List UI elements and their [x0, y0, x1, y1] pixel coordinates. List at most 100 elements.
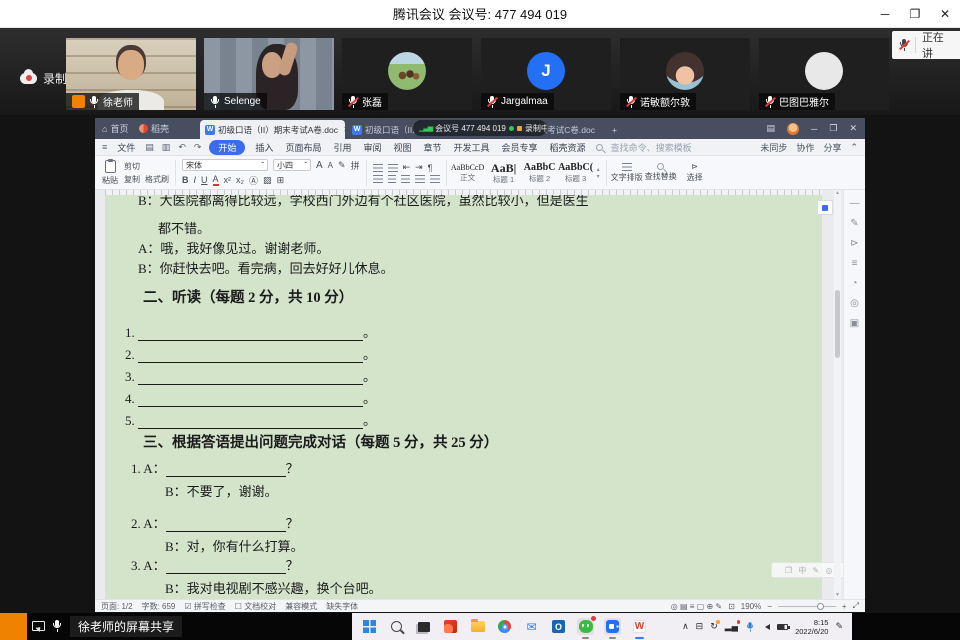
display-tray-icon[interactable]: ⊟	[696, 621, 704, 632]
message-center-icon[interactable]: ▤	[766, 123, 775, 134]
missing-font-button[interactable]: 缺失字体	[326, 601, 358, 612]
history-icon[interactable]: ◔	[851, 278, 857, 289]
ribbon-collapse-icon[interactable]: ⌃	[850, 142, 858, 153]
scroll-down-icon[interactable]: ▼	[835, 592, 840, 598]
menu-dev-tools[interactable]: 开发工具	[452, 141, 492, 154]
menu-review[interactable]: 审阅	[361, 141, 383, 154]
pinyin-button[interactable]: 拼	[351, 159, 360, 172]
start-button[interactable]	[361, 618, 378, 635]
menu-page-layout[interactable]: 页面布局	[283, 141, 323, 154]
video-tile-zhanglei[interactable]: 张磊	[342, 38, 472, 110]
wps-button[interactable]: W	[631, 618, 648, 635]
text-layout-button[interactable]: 文字排版	[610, 163, 644, 183]
vertical-scrollbar[interactable]: ▲ ▼	[834, 190, 841, 599]
copy-button[interactable]: 复制	[124, 174, 140, 185]
spell-check-toggle[interactable]: ☑ 拼写检查	[184, 601, 225, 612]
paragraph-mark-button[interactable]: ¶	[428, 163, 433, 173]
tencent-meeting-button[interactable]	[604, 618, 621, 635]
find-replace-button[interactable]: 查找替换	[644, 163, 678, 182]
office-app-button[interactable]	[442, 618, 459, 635]
style-heading2[interactable]: AaBbC 标题 2	[522, 163, 558, 183]
justify-button[interactable]	[415, 175, 425, 183]
increase-indent-button[interactable]: ⇥	[415, 162, 423, 173]
wps-docer-tab[interactable]: 稻壳	[139, 118, 169, 139]
maximize-button[interactable]: ❐	[900, 0, 930, 28]
view-mode-icons[interactable]: ◎ ▤ ≡ ▢ ⊕ ✎	[671, 602, 722, 611]
command-search-input[interactable]: 查找命令、搜索模板	[611, 141, 692, 154]
collaborate-button[interactable]: 协作	[796, 141, 814, 154]
pen-annotate-icon[interactable]: ✎	[850, 218, 858, 229]
menu-docer-res[interactable]: 稻壳资源	[548, 141, 588, 154]
video-tile-batu[interactable]: 巴图巴雅尔	[759, 38, 889, 110]
underline-button[interactable]: U	[201, 175, 208, 185]
font-color-button[interactable]: A	[213, 174, 219, 186]
cut-button[interactable]: 剪切	[124, 161, 140, 172]
format-painter-button[interactable]: 格式刷	[145, 174, 169, 185]
select-button[interactable]: ⊳ 选择	[678, 162, 712, 183]
enclose-char-button[interactable]: Ⓐ	[249, 174, 258, 187]
italic-button[interactable]: I	[194, 175, 197, 185]
meeting-app-badge[interactable]	[0, 613, 27, 640]
mic-tray-icon[interactable]	[746, 622, 754, 632]
decrease-indent-button[interactable]: ⇤	[403, 162, 411, 173]
menu-section[interactable]: 章节	[422, 141, 444, 154]
new-tab-button[interactable]: +	[607, 120, 623, 139]
clear-format-button[interactable]: ✎	[338, 160, 346, 171]
video-tile-xulaoshi[interactable]: 徐老师	[66, 38, 196, 110]
line-spacing-button[interactable]	[430, 175, 440, 183]
style-heading3[interactable]: AaBbC( 标题 3	[558, 163, 594, 183]
bullet-list-button[interactable]	[373, 164, 383, 172]
battery-tray-icon[interactable]	[777, 624, 788, 630]
wps-maximize-button[interactable]: ❐	[829, 123, 837, 134]
meeting-floating-pill[interactable]: ▁▃▅ 会议号 477 494 019 录制中	[413, 120, 547, 136]
menu-insert[interactable]: 插入	[253, 141, 275, 154]
zoom-level[interactable]: 190%	[741, 602, 761, 611]
font-size-select[interactable]: 小四ˇ	[273, 159, 311, 171]
shading-button[interactable]: ▨	[263, 175, 272, 186]
doc-tab-a[interactable]: W 初级口语（II）期末考试A卷.doc ✕	[200, 120, 345, 139]
wps-minimize-button[interactable]: ─	[811, 124, 817, 134]
drag-handle-icon[interactable]: —	[850, 198, 860, 209]
style-heading1[interactable]: AaB| 标题 1	[486, 162, 522, 184]
file-explorer-button[interactable]	[469, 618, 486, 635]
speaking-status-panel[interactable]: 正在讲	[892, 31, 960, 59]
video-tile-selenge[interactable]: Selenge	[204, 38, 334, 110]
proofread-toggle[interactable]: ☐ 文档校对	[235, 601, 276, 612]
minimize-button[interactable]: ─	[870, 0, 900, 28]
zoom-in-icon[interactable]: +	[842, 602, 847, 611]
char-border-button[interactable]: ⊞	[277, 175, 285, 186]
font-name-select[interactable]: 宋体ˇ	[182, 159, 268, 171]
volume-tray-icon[interactable]	[762, 624, 770, 630]
menu-references[interactable]: 引用	[331, 141, 353, 154]
tools-icon[interactable]: ≡	[852, 258, 858, 269]
style-scroll-down-icon[interactable]: ▾	[597, 173, 600, 180]
screen-share-banner[interactable]: 徐老师的屏幕共享	[70, 616, 182, 637]
fullscreen-icon[interactable]: ⤢	[853, 601, 859, 611]
tray-expand-icon[interactable]: ∧	[682, 621, 689, 632]
taskbar-clock[interactable]: 8:15 2022/6/20	[795, 618, 828, 636]
wps-home-tab[interactable]: ⌂ 首页	[102, 118, 128, 139]
menu-file[interactable]: 文件	[115, 141, 137, 154]
taskbar-search-button[interactable]	[388, 618, 405, 635]
zoom-out-icon[interactable]: −	[767, 602, 772, 611]
capture-icon[interactable]: ▣	[850, 318, 859, 329]
menu-member[interactable]: 会员专享	[500, 141, 540, 154]
zoom-slider-knob[interactable]	[817, 603, 824, 610]
wechat-button[interactable]	[577, 618, 594, 635]
numbered-list-button[interactable]	[388, 164, 398, 172]
grow-font-button[interactable]: A	[316, 160, 323, 171]
paste-button[interactable]: 粘贴	[99, 160, 121, 186]
redo-icon[interactable]: ↷	[194, 142, 202, 153]
chrome-button[interactable]	[496, 618, 513, 635]
save-icon[interactable]: ▤	[145, 142, 154, 153]
scroll-up-icon[interactable]: ▲	[835, 190, 840, 196]
share-button[interactable]: 分享	[823, 141, 841, 154]
locate-icon[interactable]: ◎	[850, 298, 859, 309]
cellular-tray-icon[interactable]: ▂▄	[725, 621, 738, 632]
bold-button[interactable]: B	[182, 175, 189, 185]
sync-status[interactable]: 未同步	[760, 141, 787, 154]
menu-home[interactable]: 开始	[209, 140, 245, 155]
task-view-button[interactable]	[415, 618, 432, 635]
style-scroll-up-icon[interactable]: ▴	[597, 166, 600, 173]
video-tile-nuomin[interactable]: 诺敏额尔敦	[620, 38, 750, 110]
